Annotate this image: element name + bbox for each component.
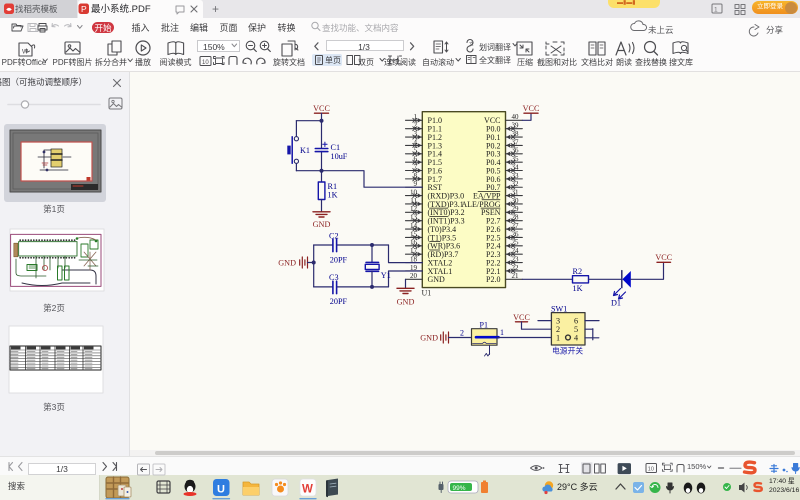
svg-text:R2: R2: [573, 267, 583, 276]
svg-text:31: 31: [512, 189, 520, 197]
svg-text:10: 10: [202, 60, 209, 66]
svg-text:4: 4: [414, 138, 418, 146]
svg-text:39: 39: [512, 122, 520, 130]
svg-text:23: 23: [512, 255, 520, 263]
svg-text:38: 38: [512, 130, 520, 138]
svg-text:Y1: Y1: [381, 271, 391, 280]
svg-text:36: 36: [512, 147, 520, 155]
svg-text:1: 1: [556, 334, 560, 343]
svg-text:1: 1: [500, 328, 504, 337]
svg-text:34: 34: [512, 163, 520, 171]
svg-text:1K: 1K: [573, 284, 583, 293]
svg-text:33: 33: [512, 172, 520, 180]
svg-text:P1: P1: [480, 321, 488, 330]
svg-text:29: 29: [512, 205, 520, 213]
svg-text:C3: C3: [329, 273, 339, 282]
svg-text:10uF: 10uF: [331, 152, 348, 161]
svg-text:30: 30: [512, 197, 520, 205]
svg-text:37: 37: [512, 138, 520, 146]
svg-text:10: 10: [410, 189, 418, 197]
svg-text:GND: GND: [313, 220, 331, 229]
svg-text:16: 16: [410, 239, 418, 247]
svg-text:C1: C1: [331, 143, 341, 152]
svg-text:2: 2: [460, 328, 464, 337]
svg-text:VCC: VCC: [655, 253, 672, 262]
svg-text:电源开关: 电源开关: [552, 346, 583, 356]
svg-text:5: 5: [414, 147, 418, 155]
svg-text:GND: GND: [397, 298, 415, 307]
svg-text:8: 8: [414, 172, 418, 180]
svg-text:U: U: [217, 484, 225, 496]
svg-text:C2: C2: [329, 231, 339, 240]
svg-text:24: 24: [512, 247, 520, 255]
svg-text:1: 1: [414, 113, 418, 121]
svg-text:20: 20: [410, 272, 418, 280]
svg-text:U1: U1: [422, 289, 432, 298]
svg-text:6: 6: [414, 155, 418, 163]
svg-text:27: 27: [512, 222, 520, 230]
svg-text:R1: R1: [328, 182, 338, 191]
svg-text:20PF: 20PF: [330, 255, 348, 264]
svg-text:1: 1: [714, 7, 718, 14]
svg-text:GND: GND: [278, 259, 296, 268]
svg-text:P: P: [81, 4, 87, 14]
svg-text:K1: K1: [300, 146, 310, 155]
svg-text:VCC: VCC: [313, 104, 330, 113]
svg-text:14: 14: [410, 222, 418, 230]
svg-text:13: 13: [410, 214, 418, 222]
svg-text:35: 35: [512, 155, 520, 163]
svg-text:99%: 99%: [453, 485, 466, 492]
svg-text:32: 32: [512, 180, 520, 188]
svg-text:P2.0: P2.0: [486, 275, 500, 284]
svg-text:22: 22: [512, 264, 520, 272]
svg-text:GND: GND: [428, 275, 446, 284]
svg-text:3: 3: [414, 130, 418, 138]
svg-text:40: 40: [512, 113, 520, 121]
svg-text:20PF: 20PF: [330, 297, 348, 306]
svg-text:26: 26: [512, 230, 520, 238]
svg-text:2: 2: [414, 122, 418, 130]
svg-text:25: 25: [512, 239, 520, 247]
svg-text:4: 4: [574, 334, 578, 343]
svg-text:17: 17: [410, 247, 418, 255]
svg-text:VCC: VCC: [513, 313, 530, 322]
svg-text:VCC: VCC: [523, 104, 540, 113]
svg-text:D1: D1: [611, 299, 621, 308]
svg-text:GND: GND: [420, 333, 438, 342]
svg-text:28: 28: [512, 214, 520, 222]
svg-text:11: 11: [410, 197, 417, 205]
svg-text:1K: 1K: [328, 191, 338, 200]
svg-text:10: 10: [648, 467, 654, 473]
svg-text:W: W: [302, 484, 313, 496]
svg-text:15: 15: [410, 230, 418, 238]
svg-text:21: 21: [512, 272, 520, 280]
svg-text:7: 7: [414, 163, 418, 171]
svg-text:文: 文: [469, 41, 474, 48]
svg-text:SW1: SW1: [551, 305, 567, 314]
svg-text:12: 12: [410, 205, 418, 213]
